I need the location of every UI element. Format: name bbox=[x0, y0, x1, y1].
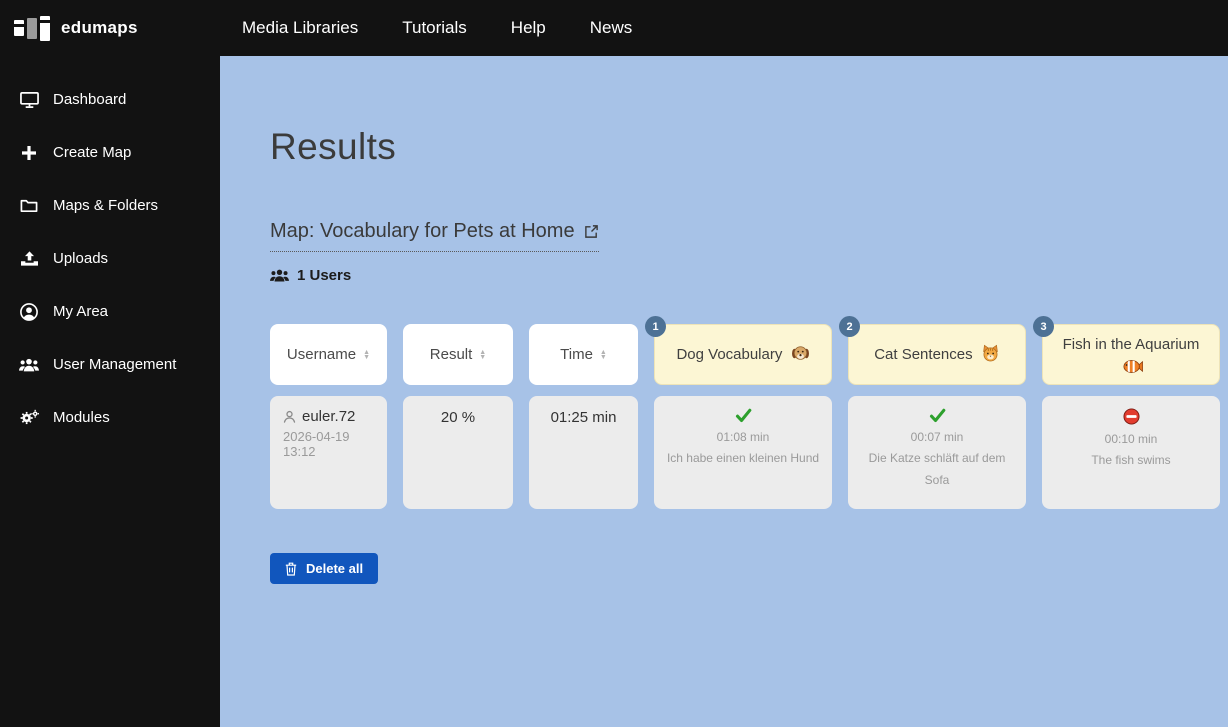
nav-item-news[interactable]: News bbox=[590, 18, 633, 38]
cell-username: euler.72 2026-04-19 13:12 bbox=[270, 396, 387, 509]
users-icon bbox=[18, 357, 40, 373]
sidebar-item-label: User Management bbox=[53, 356, 177, 373]
map-link[interactable]: Map: Vocabulary for Pets at Home bbox=[270, 220, 599, 252]
external-link-icon bbox=[584, 225, 598, 238]
task-number-badge: 1 bbox=[645, 316, 666, 337]
cell-task-3: 00:10 min The fish swims bbox=[1042, 396, 1220, 509]
task-title-label: Fish in the Aquarium bbox=[1062, 335, 1200, 353]
page-title: Results bbox=[270, 126, 397, 167]
cell-task-2: 00:07 min Die Katze schläft auf dem Sofa bbox=[848, 396, 1026, 509]
map-link-label: Map: Vocabulary for Pets at Home bbox=[270, 220, 575, 242]
task-answer-value: Die Katze schläft auf dem Sofa bbox=[868, 451, 1006, 487]
sidebar-item-maps-folders[interactable]: Maps & Folders bbox=[0, 179, 220, 232]
cogs-icon bbox=[18, 409, 40, 427]
sidebar-item-label: Uploads bbox=[53, 250, 109, 267]
sidebar-item-label: Modules bbox=[53, 409, 110, 426]
sidebar-item-my-area[interactable]: My Area bbox=[0, 285, 220, 338]
column-header-label: Username bbox=[286, 346, 357, 363]
task-title-label: Cat Sentences bbox=[874, 346, 973, 363]
task-time-value: 00:10 min bbox=[1104, 432, 1158, 446]
cell-time: 01:25 min bbox=[529, 396, 638, 509]
column-header-task-1: 1 Dog Vocabulary bbox=[645, 316, 832, 385]
column-header-task-2: 2 Cat Sentences bbox=[839, 316, 1026, 385]
delete-all-button[interactable]: Delete all bbox=[270, 553, 379, 584]
cat-emoji-icon bbox=[983, 344, 998, 362]
delete-all-label: Delete all bbox=[306, 561, 364, 576]
folder-icon bbox=[18, 198, 40, 213]
main-content: Results Map: Vocabulary for Pets at Home… bbox=[220, 56, 1228, 727]
task-time-value: 00:07 min bbox=[910, 430, 964, 444]
person-icon bbox=[283, 410, 296, 423]
upload-icon bbox=[18, 251, 40, 266]
users-summary: 1 Users bbox=[270, 267, 1228, 284]
column-header-time[interactable]: Time ▲ ▼ bbox=[529, 324, 638, 385]
results-table: Username ▲ ▼ Result ▲ ▼ Time ▲ ▼ 1 Dog V… bbox=[270, 316, 1220, 509]
dashboard-icon bbox=[18, 91, 40, 109]
column-header-task-3: 3 Fish in the Aquarium bbox=[1033, 316, 1220, 385]
top-navbar: edumaps Media Libraries Tutorials Help N… bbox=[0, 0, 1228, 56]
cell-task-1: 01:08 min Ich habe einen kleinen Hund bbox=[654, 396, 832, 509]
task-title-label: Dog Vocabulary bbox=[676, 346, 783, 363]
sidebar-item-label: Create Map bbox=[53, 144, 132, 161]
task-answer-value: Ich habe einen kleinen Hund bbox=[666, 451, 820, 465]
users-icon bbox=[270, 269, 289, 282]
sort-icon: ▲ ▼ bbox=[363, 348, 371, 361]
user-circle-icon bbox=[18, 302, 40, 321]
no-entry-icon bbox=[1122, 408, 1140, 425]
users-summary-label: 1 Users bbox=[297, 267, 352, 284]
check-icon bbox=[929, 408, 945, 423]
time-value: 01:25 min bbox=[550, 409, 617, 426]
check-icon bbox=[735, 408, 751, 423]
cell-result: 20 % bbox=[403, 396, 513, 509]
trash-icon bbox=[285, 562, 297, 576]
sidebar-item-modules[interactable]: Modules bbox=[0, 391, 220, 444]
task-time-value: 01:08 min bbox=[716, 430, 770, 444]
sidebar-item-label: My Area bbox=[53, 303, 109, 320]
task-number-badge: 3 bbox=[1033, 316, 1054, 337]
sidebar-item-label: Maps & Folders bbox=[53, 197, 159, 214]
date-value: 2026-04-19 13:12 bbox=[283, 429, 350, 459]
column-header-label: Time bbox=[560, 346, 593, 363]
top-nav-menu: Media Libraries Tutorials Help News bbox=[242, 0, 632, 56]
sidebar-item-dashboard[interactable]: Dashboard bbox=[0, 73, 220, 126]
nav-item-help[interactable]: Help bbox=[511, 18, 546, 38]
task-number-badge: 2 bbox=[839, 316, 860, 337]
edumaps-logo-icon bbox=[14, 13, 50, 43]
fish-emoji-icon bbox=[1123, 359, 1143, 373]
dog-emoji-icon bbox=[791, 346, 809, 360]
sort-icon: ▲ ▼ bbox=[599, 348, 607, 361]
sidebar-item-user-management[interactable]: User Management bbox=[0, 338, 220, 391]
plus-icon bbox=[18, 145, 40, 161]
brand-name: edumaps bbox=[61, 18, 138, 37]
nav-item-media-libraries[interactable]: Media Libraries bbox=[242, 18, 358, 38]
brand-logo[interactable]: edumaps bbox=[14, 0, 138, 56]
column-header-username[interactable]: Username ▲ ▼ bbox=[270, 324, 387, 385]
sidebar: Dashboard Create Map Maps & Folders Uplo… bbox=[0, 56, 220, 727]
task-answer-value: The fish swims bbox=[1091, 453, 1171, 467]
nav-item-tutorials[interactable]: Tutorials bbox=[402, 18, 467, 38]
column-header-result[interactable]: Result ▲ ▼ bbox=[403, 324, 513, 385]
sidebar-item-uploads[interactable]: Uploads bbox=[0, 232, 220, 285]
sidebar-item-create-map[interactable]: Create Map bbox=[0, 126, 220, 179]
result-value: 20 % bbox=[440, 409, 476, 426]
sort-icon: ▲ ▼ bbox=[479, 348, 487, 361]
column-header-label: Result bbox=[429, 346, 473, 363]
username-value: euler.72 bbox=[302, 408, 356, 425]
sidebar-item-label: Dashboard bbox=[53, 91, 127, 108]
